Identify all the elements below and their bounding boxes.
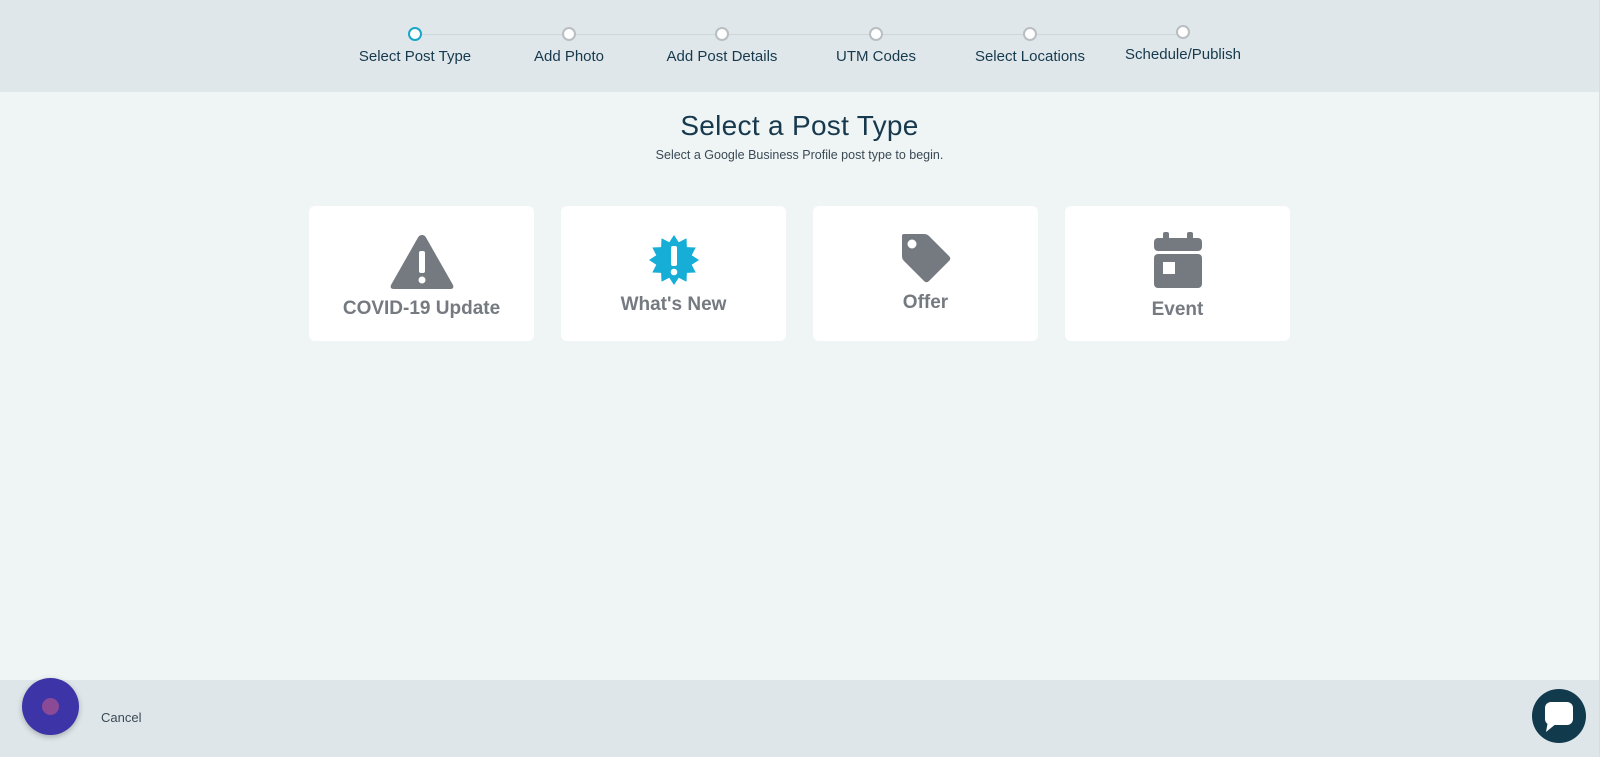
step-label: Schedule/Publish xyxy=(1125,46,1241,63)
step-indicator-icon xyxy=(1023,27,1037,41)
step-indicator-icon xyxy=(715,27,729,41)
step-label: UTM Codes xyxy=(835,48,917,65)
step-select-locations[interactable]: Select Locations xyxy=(945,27,1115,65)
post-type-card-covid-19-update[interactable]: COVID-19 Update xyxy=(309,206,534,341)
page-heading: Select a Post Type Select a Google Busin… xyxy=(0,110,1599,162)
tag-icon xyxy=(901,234,950,283)
chat-launcher-button[interactable] xyxy=(1532,689,1586,743)
post-type-card-event[interactable]: Event xyxy=(1065,206,1290,341)
post-type-card-offer[interactable]: Offer xyxy=(813,206,1038,341)
cancel-button[interactable]: Cancel xyxy=(101,710,141,725)
step-label: Add Photo xyxy=(533,48,605,65)
step-add-photo[interactable]: Add Photo xyxy=(484,27,654,65)
step-indicator-icon xyxy=(562,27,576,41)
step-indicator-icon xyxy=(869,27,883,41)
post-type-label: Offer xyxy=(902,292,949,313)
post-wizard-page: Select Post Type Add Photo Add Post Deta… xyxy=(0,0,1600,757)
calendar-icon xyxy=(1153,232,1202,288)
help-launcher-button[interactable] xyxy=(22,678,79,735)
step-label: Add Post Details xyxy=(666,48,778,65)
new-badge-icon xyxy=(648,235,699,285)
step-add-post-details[interactable]: Add Post Details xyxy=(637,27,807,65)
wizard-stepper: Select Post Type Add Photo Add Post Deta… xyxy=(0,0,1599,92)
step-schedule-publish[interactable]: Schedule/Publish xyxy=(1098,25,1268,63)
post-type-card-whats-new[interactable]: What's New xyxy=(561,206,786,341)
step-indicator-icon xyxy=(1176,25,1190,39)
warning-icon xyxy=(390,235,453,289)
step-select-post-type[interactable]: Select Post Type xyxy=(330,27,500,65)
step-utm-codes[interactable]: UTM Codes xyxy=(791,27,961,65)
wizard-footer: Cancel xyxy=(0,680,1599,757)
step-label: Select Locations xyxy=(974,48,1086,65)
help-dot-icon xyxy=(42,698,59,715)
post-type-label: Event xyxy=(1151,299,1204,320)
step-indicator-icon xyxy=(408,27,422,41)
page-subtitle: Select a Google Business Profile post ty… xyxy=(655,148,944,162)
page-title: Select a Post Type xyxy=(680,110,919,141)
chat-bubble-icon xyxy=(1545,702,1573,732)
post-type-label: COVID-19 Update xyxy=(342,298,501,319)
step-label: Select Post Type xyxy=(358,48,472,65)
post-type-label: What's New xyxy=(620,294,727,315)
